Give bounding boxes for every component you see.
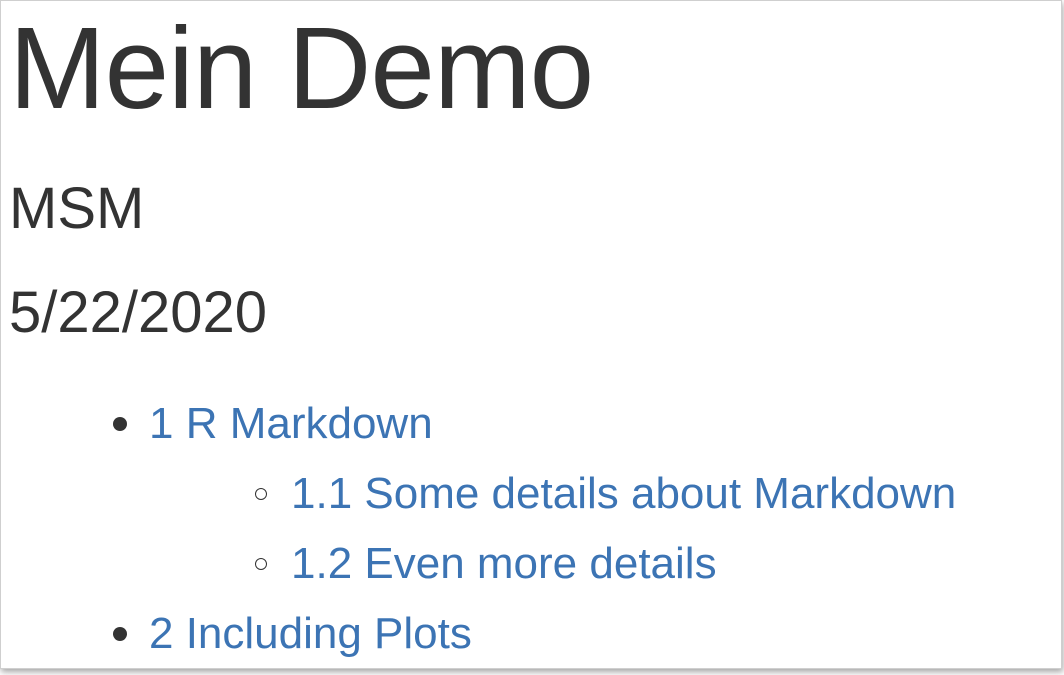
document-title: Mein Demo [9, 3, 594, 133]
toc-link-r-markdown[interactable]: 1 R Markdown [149, 399, 433, 448]
bullet-disc-icon [113, 389, 127, 459]
document-page: Mein Demo MSM 5/22/2020 1 R Markdown 1.1… [0, 0, 1062, 669]
toc-item-r-markdown: 1 R Markdown [1, 389, 956, 459]
bullet-circle-icon [255, 459, 267, 529]
table-of-contents: 1 R Markdown 1.1 Some details about Mark… [1, 389, 956, 668]
bullet-disc-icon [113, 599, 127, 668]
toc-link-even-more-details[interactable]: 1.2 Even more details [291, 539, 717, 588]
bullet-circle-icon [255, 529, 267, 599]
toc-link-including-plots[interactable]: 2 Including Plots [149, 609, 472, 658]
document-author: MSM [9, 176, 145, 241]
document-date: 5/22/2020 [9, 280, 268, 345]
toc-item-even-more-details: 1.2 Even more details [1, 529, 956, 599]
toc-item-including-plots: 2 Including Plots [1, 599, 956, 668]
toc-link-some-details[interactable]: 1.1 Some details about Markdown [291, 469, 956, 518]
toc-item-some-details: 1.1 Some details about Markdown [1, 459, 956, 529]
